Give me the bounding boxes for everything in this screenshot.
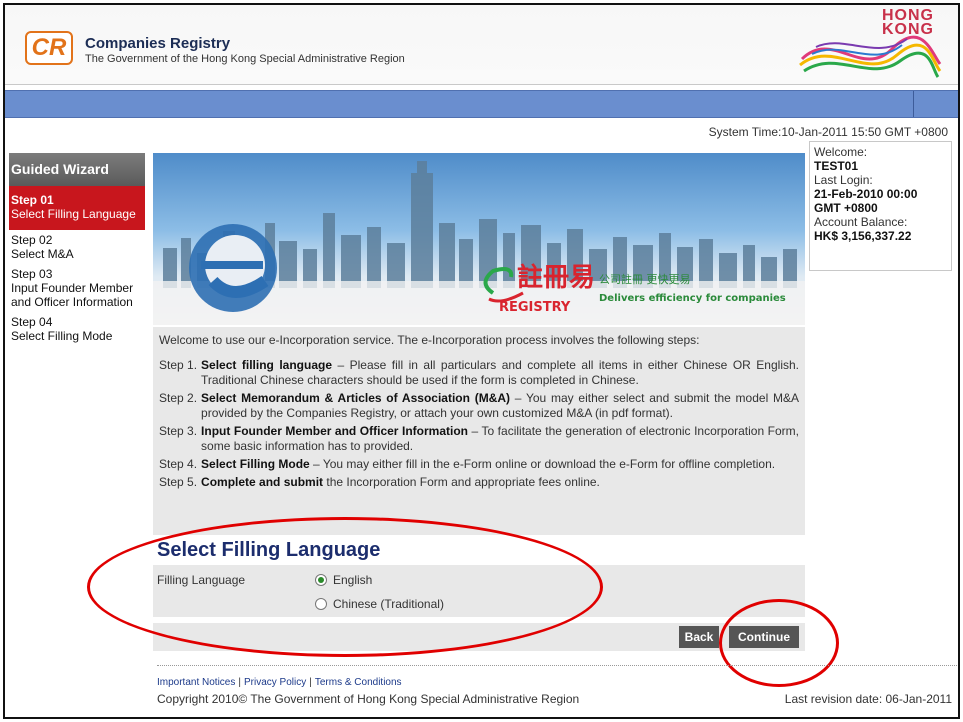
copyright-text: Copyright 2010© The Government of Hong K… (157, 692, 580, 706)
intro-step-label: Step 5. (159, 475, 198, 489)
step-number: Step 04 (11, 315, 53, 329)
sidebar-step-02[interactable]: Step 02 Select M&A (9, 230, 145, 264)
balance-value: HK$ 3,156,337.22 (814, 229, 912, 243)
last-login-label: Last Login: (814, 173, 873, 187)
sidebar-step-03[interactable]: Step 03 Input Founder Member and Officer… (9, 264, 145, 312)
intro-step-1: Step 1. Select filling language – Please… (159, 358, 799, 388)
sidebar-step-04[interactable]: Step 04 Select Filling Mode (9, 312, 145, 346)
intro-step-title: Select Filling Mode (201, 457, 310, 471)
guided-wizard-sidebar: Guided Wizard Step 01 Select Filling Lan… (9, 153, 145, 346)
intro-step-label: Step 3. (159, 424, 198, 438)
banner-cn-slogan: 公司註冊 更快更易 (599, 273, 691, 286)
intro-panel: Welcome to use our e-Incorporation servi… (153, 327, 805, 535)
e-registry-banner: 註冊易 REGISTRY 公司註冊 更快更易 Delivers efficien… (153, 153, 805, 325)
banner-tagline: Delivers efficiency for companies (599, 293, 786, 304)
annotation-ellipse-language (87, 517, 603, 657)
terms-conditions-link[interactable]: Terms & Conditions (315, 677, 402, 688)
welcome-label: Welcome: (814, 145, 868, 159)
banner-registry-word: REGISTRY (499, 300, 571, 315)
step-number: Step 01 (11, 193, 54, 207)
footer-links: Important Notices | Privacy Policy | Terms &… (157, 677, 402, 688)
footer-divider (157, 665, 957, 666)
step-label: Select Filling Mode (11, 329, 113, 343)
revision-date: Last revision date: 06-Jan-2011 (784, 692, 952, 706)
balance-label: Account Balance: (814, 215, 908, 229)
step-number: Step 03 (11, 267, 53, 281)
last-login-tz: GMT +0800 (814, 201, 878, 215)
intro-step-title: Select Memorandum & Articles of Associat… (201, 391, 511, 405)
top-nav-bar (5, 90, 958, 118)
skyline-illustration: 註冊易 REGISTRY 公司註冊 更快更易 Delivers efficien… (153, 161, 805, 325)
step-label: Select Filling Language (11, 207, 136, 221)
wizard-title: Guided Wizard (9, 153, 145, 186)
intro-step-4: Step 4. Select Filling Mode – You may ei… (159, 457, 799, 472)
intro-step-title: Complete and submit (201, 475, 324, 489)
intro-step-title: Input Founder Member and Officer Informa… (201, 424, 468, 438)
cr-logo[interactable]: CR (25, 31, 73, 65)
user-name: TEST01 (814, 159, 859, 173)
last-login-value: 21-Feb-2010 00:00 (814, 187, 918, 201)
step-label: Select M&A (11, 247, 74, 261)
intro-step-label: Step 2. (159, 391, 198, 405)
hk-logo-text: HONG KONG (882, 8, 934, 38)
step-label: Input Founder Member and Officer Informa… (11, 281, 134, 309)
browser-frame: CR Companies Registry The Government of … (3, 3, 960, 719)
sidebar-step-01[interactable]: Step 01 Select Filling Language (9, 186, 145, 230)
privacy-policy-link[interactable]: Privacy Policy (244, 677, 306, 688)
site-header: CR Companies Registry The Government of … (5, 5, 958, 85)
intro-step-text: the Incorporation Form and appropriate f… (323, 475, 600, 489)
important-notices-link[interactable]: Important Notices (157, 677, 235, 688)
intro-step-2: Step 2. Select Memorandum & Articles of … (159, 391, 799, 421)
intro-step-title: Select filling language (201, 358, 333, 372)
hk-logo-line2: KONG (882, 21, 934, 38)
intro-step-5: Step 5. Complete and submit the Incorpor… (159, 475, 799, 490)
back-button[interactable]: Back (679, 626, 719, 648)
org-name: Companies Registry (85, 35, 231, 52)
intro-lead: Welcome to use our e-Incorporation servi… (159, 333, 700, 347)
annotation-ellipse-continue (719, 599, 839, 687)
welcome-box: Welcome: TEST01 Last Login: 21-Feb-2010 … (809, 141, 952, 271)
intro-step-label: Step 4. (159, 457, 198, 471)
intro-step-3: Step 3. Input Founder Member and Officer… (159, 424, 799, 454)
intro-step-label: Step 1. (159, 358, 198, 372)
org-subtitle: The Government of the Hong Kong Special … (85, 53, 405, 65)
system-time: System Time:10-Jan-2011 15:50 GMT +0800 (708, 125, 948, 139)
step-number: Step 02 (11, 233, 53, 247)
hong-kong-brand-logo: HONG KONG (782, 8, 942, 81)
banner-cn-title: 註冊易 (517, 263, 595, 293)
intro-step-text: – You may either fill in the e-Form onli… (309, 457, 776, 471)
